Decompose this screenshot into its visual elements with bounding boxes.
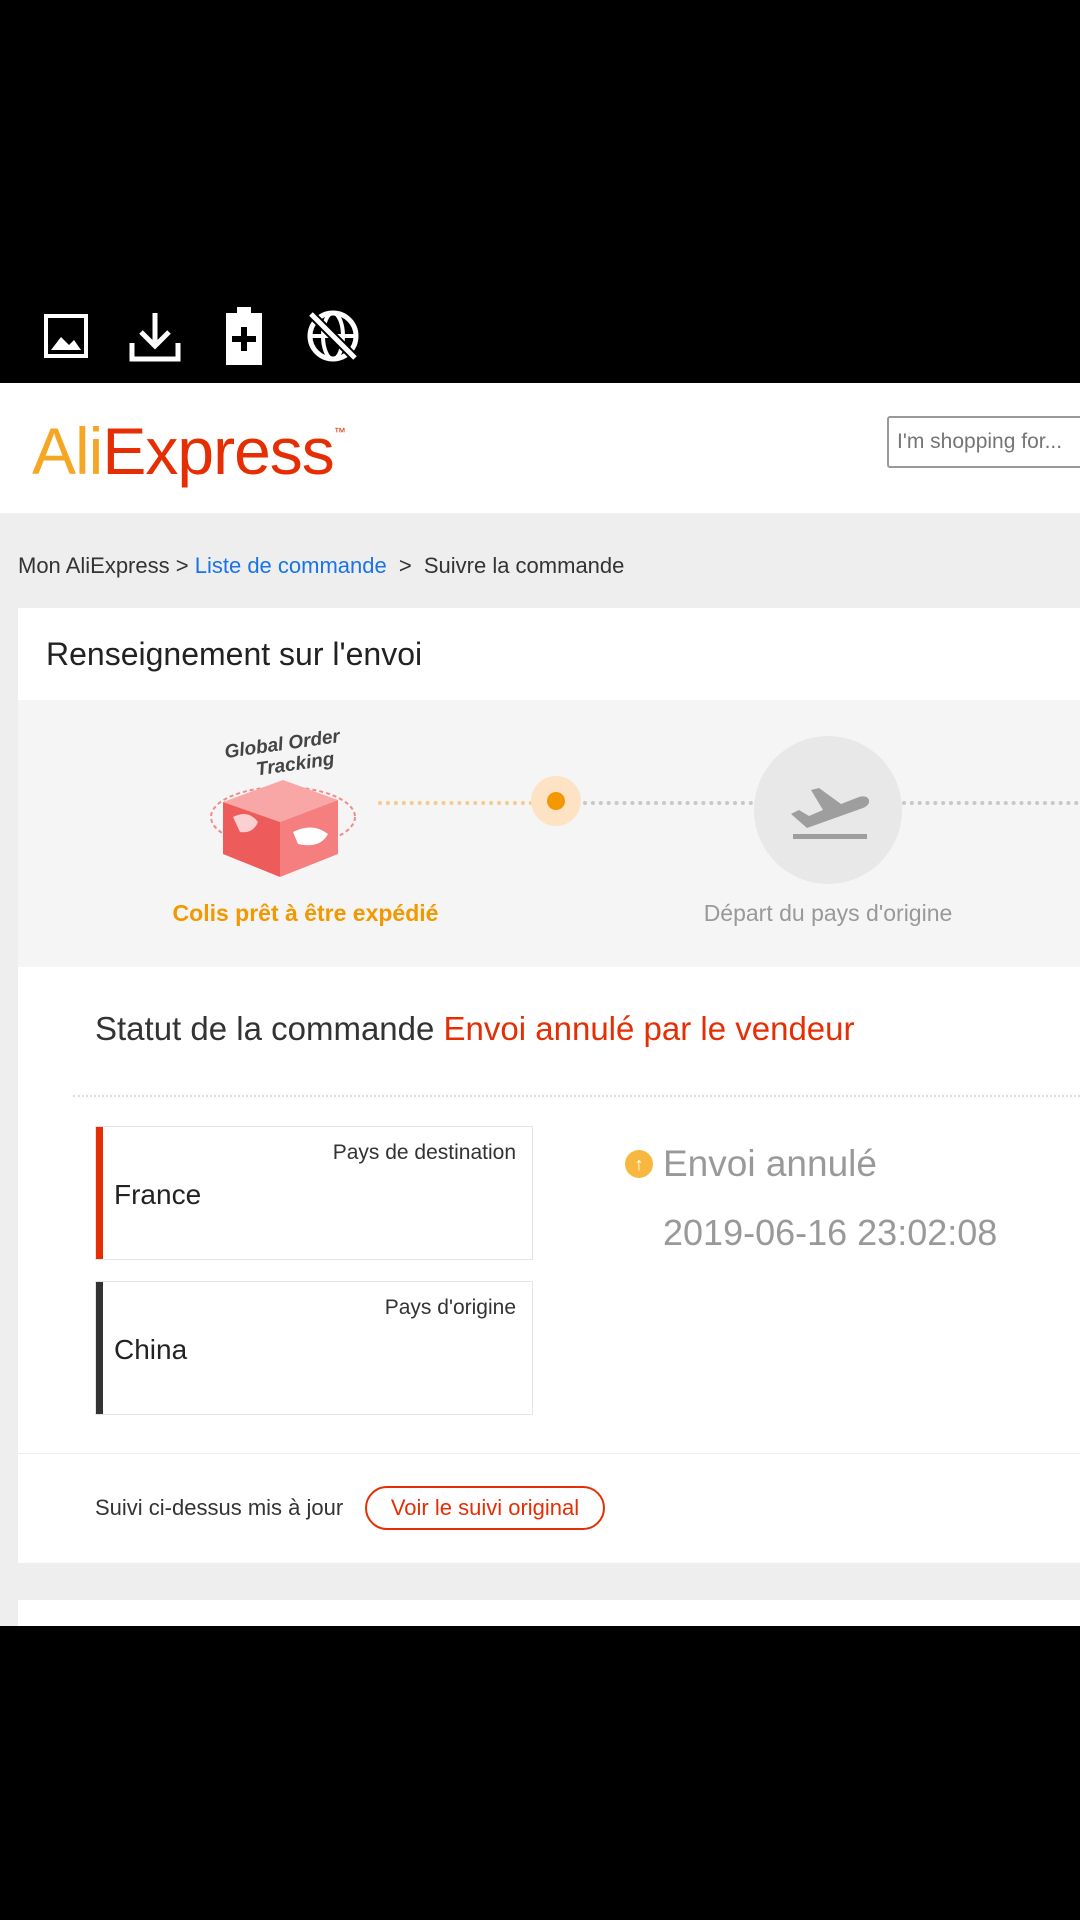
shipping-card: Renseignement sur l'envoi Global Order T… <box>18 608 1080 1563</box>
breadcrumb-current: Suivre la commande <box>423 553 625 578</box>
status-value: Envoi annulé par le vendeur <box>443 1010 855 1047</box>
step-label-ready: Colis prêt à être expédié <box>172 900 439 926</box>
dotted-divider <box>73 1095 1080 1097</box>
order-status: Statut de la commande Envoi annulé par l… <box>95 1010 855 1048</box>
next-card <box>18 1600 1080 1626</box>
search-input[interactable] <box>887 416 1080 468</box>
image-icon[interactable] <box>36 306 96 366</box>
status-label: Statut de la commande <box>95 1010 435 1047</box>
battery-plus-icon[interactable] <box>214 306 274 366</box>
view-original-tracking-button[interactable]: Voir le suivi original <box>365 1486 605 1530</box>
origin-caption: Pays d'origine <box>384 1296 516 1319</box>
event-date: 2019-06-16 23:02:08 <box>663 1212 998 1253</box>
no-web-icon[interactable] <box>303 306 363 366</box>
step-label-departure: Départ du pays d'origine <box>703 900 953 926</box>
breadcrumb-orders-link[interactable]: Liste de commande <box>195 553 387 578</box>
origin-country: China <box>114 1334 188 1365</box>
card-title: Renseignement sur l'envoi <box>46 636 423 672</box>
screen: AliExpress™ Mon AliExpress > Liste de co… <box>0 0 1080 1920</box>
breadcrumb: Mon AliExpress > Liste de commande > Sui… <box>18 553 624 579</box>
origin-box: Pays d'origine China <box>95 1281 533 1415</box>
plane-takeoff-icon <box>791 788 870 839</box>
tracking-progress: Global Order Tracking Colis prêt à être … <box>18 700 1080 967</box>
breadcrumb-separator: > <box>398 553 412 578</box>
destination-caption: Pays de destination <box>332 1141 516 1164</box>
logo-express: Express <box>102 414 334 488</box>
breadcrumb-home[interactable]: Mon AliExpress <box>18 553 170 578</box>
download-icon[interactable] <box>125 306 185 366</box>
site-header: AliExpress™ <box>0 383 1080 513</box>
aliexpress-logo[interactable]: AliExpress™ <box>32 413 346 489</box>
webview: AliExpress™ Mon AliExpress > Liste de co… <box>0 383 1080 1626</box>
global-order-tracking-box-icon: Global Order Tracking <box>210 726 356 877</box>
top-toolbar <box>0 0 1080 383</box>
logo-trademark: ™ <box>333 425 346 439</box>
progress-node-active <box>531 776 581 826</box>
logo-ali: Ali <box>32 414 103 488</box>
footer-divider <box>18 1453 1080 1454</box>
departure-step-circle <box>754 736 902 884</box>
destination-box: Pays de destination France <box>95 1126 533 1260</box>
destination-country: France <box>114 1179 202 1210</box>
progress-line-pending <box>583 801 753 805</box>
destination-accent-bar <box>96 1127 103 1259</box>
origin-accent-bar <box>96 1282 103 1414</box>
progress-line-done <box>378 801 533 805</box>
progress-line-pending <box>902 801 1080 805</box>
tracking-updated-text: Suivi ci-dessus mis à jour <box>95 1495 344 1520</box>
breadcrumb-separator: > <box>175 553 189 578</box>
arrow-up-icon: ↑ <box>625 1150 653 1178</box>
bottom-black-area <box>0 1626 1080 1920</box>
event-title: Envoi annulé <box>663 1143 877 1184</box>
